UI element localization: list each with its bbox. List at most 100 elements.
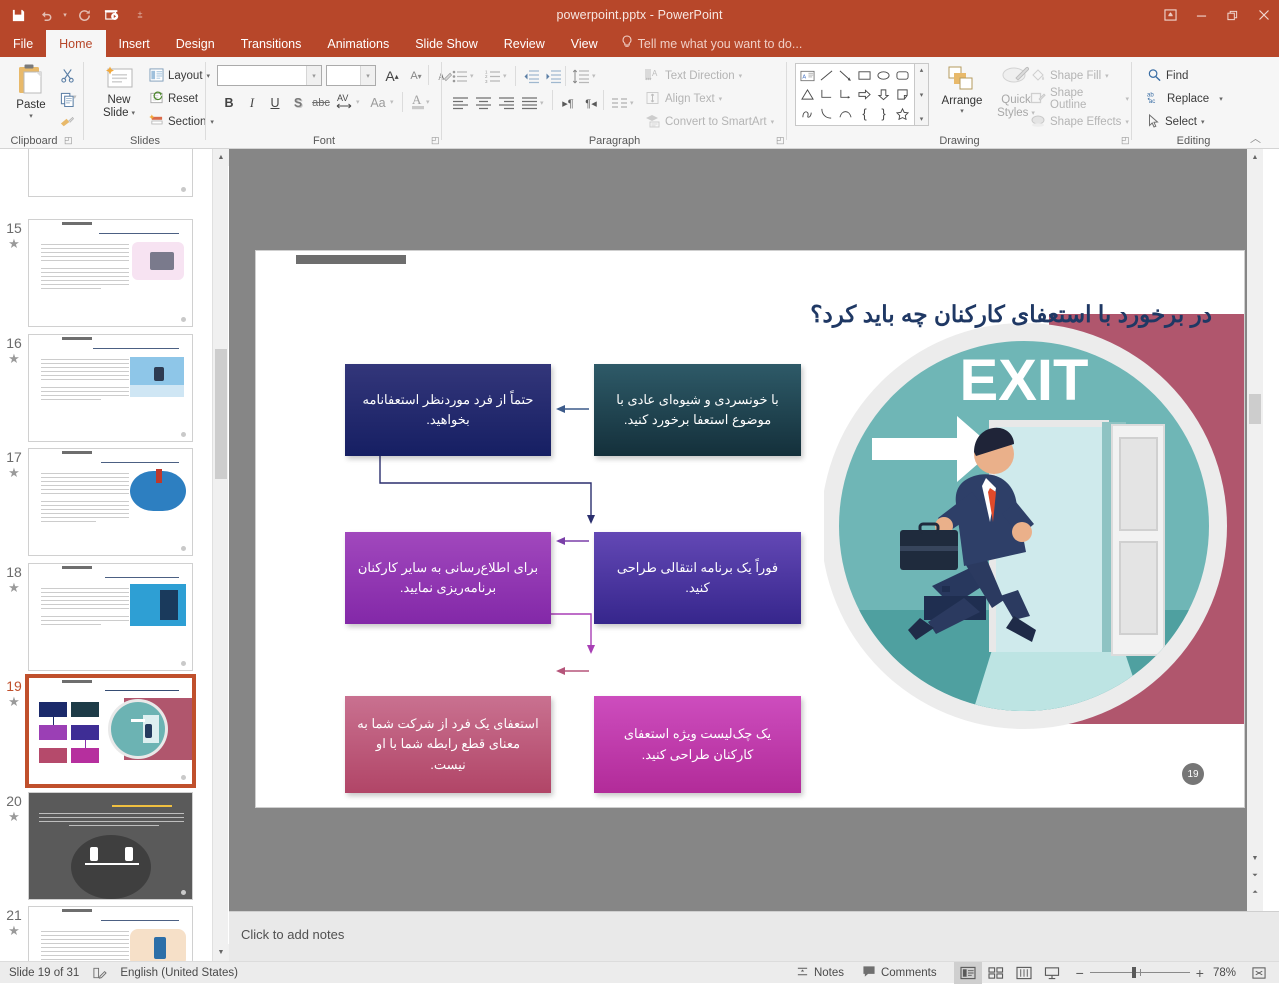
box-not-end-of-relation[interactable]: استعفای یک فرد از شرکت شما به معنای قطع … [345, 696, 551, 793]
notes-placeholder[interactable]: Click to add notes [241, 927, 344, 942]
cut-button[interactable] [56, 64, 78, 86]
font-name-chevron-down-icon[interactable]: ▾ [306, 66, 321, 85]
format-painter-button[interactable] [56, 111, 78, 133]
shape-rectangle-icon[interactable] [855, 66, 874, 85]
thumbnail-preview-19[interactable] [28, 677, 193, 785]
slide-editor-area[interactable]: EXIT [229, 149, 1263, 911]
tab-slide-show[interactable]: Slide Show [402, 30, 491, 57]
tab-design[interactable]: Design [163, 30, 228, 57]
thumbnail-item-20[interactable]: 20 ★ [0, 792, 212, 900]
columns-list-chevron-down-icon[interactable]: ▾ [630, 99, 634, 107]
shapes-scroll-up-icon[interactable]: ▴ [920, 66, 924, 74]
thumbnail-preview-15[interactable] [28, 219, 193, 327]
bold-button[interactable]: B [218, 92, 240, 114]
arrange-chevron-down-icon[interactable]: ▾ [960, 108, 964, 116]
thumbnail-scrollbar-thumb[interactable] [215, 349, 227, 479]
font-size-chevron-down-icon[interactable]: ▾ [360, 66, 375, 85]
tab-review[interactable]: Review [491, 30, 558, 57]
thumbnail-scroll-down-icon[interactable]: ▼ [213, 944, 229, 961]
thumbnail-preview-18[interactable] [28, 563, 193, 671]
editor-vertical-scrollbar[interactable]: ▲ ▼ ⏷ ⏶ [1247, 149, 1263, 911]
language-indicator[interactable]: English (United States) [111, 962, 247, 984]
zoom-handle[interactable] [1132, 967, 1136, 978]
paste-chevron-down-icon[interactable]: ▾ [29, 113, 33, 121]
editor-scrollbar-thumb[interactable] [1249, 394, 1261, 424]
reset-button[interactable]: Reset [146, 88, 201, 110]
align-left-button[interactable] [450, 93, 470, 113]
editor-scroll-down-icon[interactable]: ▼ [1247, 850, 1263, 867]
tab-file[interactable]: File [0, 30, 46, 57]
font-size-combobox[interactable]: ▾ [326, 65, 376, 86]
minimize-icon[interactable] [1186, 3, 1217, 27]
select-chevron-down-icon[interactable]: ▾ [1201, 118, 1205, 126]
font-name-input[interactable] [218, 67, 304, 84]
columns-button[interactable] [609, 93, 629, 113]
replace-button[interactable]: abac Replace ▾ [1144, 88, 1226, 110]
zoom-slider[interactable]: − + [1076, 965, 1204, 981]
slide-editor-canvas[interactable]: EXIT [229, 149, 1263, 911]
thumbnail-preview-16[interactable] [28, 334, 193, 442]
bullets-chevron-down-icon[interactable]: ▾ [470, 72, 474, 80]
line-spacing-button[interactable] [571, 66, 591, 86]
align-center-button[interactable] [473, 93, 493, 113]
tab-home[interactable]: Home [46, 30, 105, 57]
tell-me-search[interactable]: Tell me what you want to do... [611, 30, 813, 57]
shape-outline-button[interactable]: Shape Outline ▾ [1027, 88, 1132, 110]
strikethrough-button[interactable]: abc [310, 92, 332, 114]
font-color-chevron-down-icon[interactable]: ▾ [426, 98, 430, 106]
box-inform-staff[interactable]: برای اطلاع‌رسانی به سایر کارکنان برنامه‌… [345, 532, 551, 624]
shape-arc-icon[interactable] [836, 104, 855, 123]
decrease-font-size-button[interactable]: A▾ [405, 65, 427, 87]
shape-rounded-rectangle-icon[interactable] [893, 66, 912, 85]
thumbnail-item-16[interactable]: 16 ★ [0, 334, 212, 442]
shape-right-arrow-icon[interactable] [855, 85, 874, 104]
shape-folded-corner-icon[interactable] [893, 85, 912, 104]
slide-indicator[interactable]: Slide 19 of 31 [0, 962, 88, 984]
shape-down-arrow-icon[interactable] [874, 85, 893, 104]
shape-curve-icon[interactable] [817, 104, 836, 123]
thumbnail-panel-scrollbar[interactable]: ▲ ▼ [212, 149, 228, 961]
align-text-button[interactable]: Align Text ▾ [642, 88, 725, 110]
shape-elbow-connector-icon[interactable] [817, 85, 836, 104]
font-dialog-launcher[interactable]: ◰ [431, 135, 440, 146]
text-direction-chevron-down-icon[interactable]: ▾ [739, 72, 743, 80]
change-case-chevron-down-icon[interactable]: ▾ [390, 98, 394, 106]
shapes-scroll-down-icon[interactable]: ▾ [920, 91, 924, 99]
shape-text-box-icon[interactable]: A [798, 66, 817, 85]
thumbnail-item-21[interactable]: 21 ★ [0, 906, 212, 961]
notes-pane[interactable]: Click to add notes [229, 911, 1279, 961]
copy-chevron-down-icon[interactable]: ▾ [73, 93, 77, 101]
thumbnail-item-18[interactable]: 18 ★ [0, 563, 212, 671]
shapes-gallery[interactable]: A { } [795, 63, 915, 126]
thumbnail-preview-21[interactable] [28, 906, 193, 961]
shapes-gallery-scrollbar[interactable]: ▴ ▾ ▾ [915, 63, 929, 126]
shape-left-brace-icon[interactable]: { [855, 104, 874, 123]
thumbnail-item-14[interactable]: 14 ★ [0, 149, 212, 197]
text-shadow-button[interactable]: S [287, 92, 309, 114]
new-slide-button[interactable]: New Slide ▾ [93, 65, 145, 120]
comments-toggle-button[interactable]: Comments [853, 962, 946, 984]
thumbnail-preview-20[interactable] [28, 792, 193, 900]
normal-view-button[interactable] [954, 962, 982, 984]
slide-sorter-view-button[interactable] [982, 962, 1010, 984]
close-icon[interactable] [1248, 3, 1279, 27]
font-size-input[interactable] [327, 67, 358, 84]
rtl-text-direction-button[interactable]: ¶◂ [581, 93, 601, 113]
layout-button[interactable]: Layout ▾ [146, 65, 213, 87]
thumbnail-item-19[interactable]: 19 ★ [0, 677, 212, 785]
collapse-ribbon-button[interactable]: ︿ [1250, 130, 1261, 146]
shape-star-icon[interactable] [893, 104, 912, 123]
box-transition-plan[interactable]: فوراً یک برنامه انتقالی طراحی کنید. [594, 532, 801, 624]
line-spacing-chevron-down-icon[interactable]: ▾ [592, 72, 596, 80]
shape-oval-icon[interactable] [874, 66, 893, 85]
shape-arrow-icon[interactable] [836, 66, 855, 85]
thumbnail-preview-14[interactable] [28, 149, 193, 197]
select-button[interactable]: Select ▾ [1144, 111, 1207, 133]
editor-scroll-up-icon[interactable]: ▲ [1247, 149, 1263, 166]
clipboard-dialog-launcher[interactable]: ◰ [64, 135, 73, 146]
italic-button[interactable]: I [241, 92, 263, 114]
reading-view-button[interactable] [1010, 962, 1038, 984]
zoom-level[interactable]: 78% [1204, 962, 1245, 984]
font-name-combobox[interactable]: ▾ [217, 65, 322, 86]
align-text-chevron-down-icon[interactable]: ▾ [719, 95, 723, 103]
